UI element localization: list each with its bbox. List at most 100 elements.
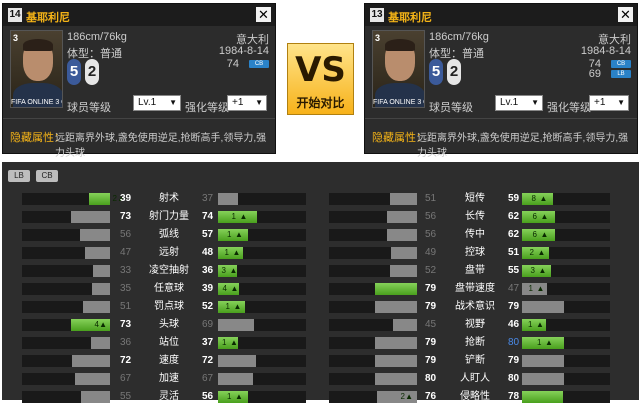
close-icon[interactable]: ✕ [618,7,633,22]
left-stat-value: 76 [425,391,437,402]
compare-label: 开始对比 [296,96,345,110]
left-stat-bar [329,373,417,385]
left-stat-value: 56 [425,229,437,240]
left-stat-fill [391,247,417,259]
right-stat-fill [522,265,551,277]
stat-row: 49 控球 51 2 ▲ [2,247,639,259]
up-arrow-icon: ▲ [540,212,549,221]
dropdown-arrow-icon: ▼ [255,98,263,107]
hidden-attributes: 隐藏属性： 远距离界外球,盏免使用逆足,抢断高手,领导力,强力头球 [3,118,275,159]
right-stat-bar: 2 ▲ [522,247,610,259]
right-stat-fill [522,391,563,403]
strength-select[interactable]: +1 ▼ [589,95,629,111]
strength-label: 强化等级 [547,102,591,114]
photo-number: 3 [375,33,381,43]
hidden-text: 远距离界外球,盏免使用逆足,抢断高手,领导力,强力头球 [55,133,267,159]
up-arrow-icon: ▲ [536,320,544,329]
right-stat-bar [522,391,610,403]
left-stat-bar [329,283,417,295]
photo-number: 3 [13,33,19,43]
right-stat-fill [522,211,555,223]
right-stat-bar: 1 ▲ [522,337,610,349]
stat-row: 79 盘带速度 47 1 ▲ [2,283,639,295]
right-stat-bar: 6 ▲ [522,211,610,223]
level-select[interactable]: Lv.1 ▼ [495,95,543,111]
left-stat-fill [375,283,417,295]
stat-label: 侵略性 [460,391,490,402]
right-stat-bar [522,373,610,385]
up-arrow-icon: ▲ [405,392,413,401]
player-name: 基耶利尼 [26,12,70,24]
stat-row: 79 铲断 79 [2,355,639,367]
stat-label: 盘带 [465,265,485,276]
foot-ratings: 5 2 [429,59,467,85]
right-stat-value: 59 [508,193,520,204]
right-stat-delta: 1 [528,320,533,329]
left-stat-bar: 2 ▲ [329,391,417,403]
stat-row: 51 短传 59 8 ▲ [2,193,639,205]
left-stat-fill [375,301,417,313]
right-stat-delta: 1 [528,284,533,293]
position-badge: CB [611,60,631,68]
close-icon[interactable]: ✕ [256,7,271,22]
left-stat-fill [375,337,417,349]
stat-row: 2 ▲ 76 侵略性 78 [2,391,639,403]
left-stat-value: 51 [425,193,437,204]
level-select[interactable]: Lv.1 ▼ [133,95,181,111]
right-stat-fill [522,355,564,367]
stat-row: 45 视野 46 1 ▲ [2,319,639,331]
stat-label: 人盯人 [460,373,490,384]
player-number-badge: 14 [8,8,22,22]
right-stat-delta: 1 [537,338,542,347]
up-arrow-icon: ▲ [539,194,548,203]
player-number-badge: 13 [370,8,384,22]
tab-lb[interactable]: LB [8,170,30,182]
player-card-left: 14 基耶利尼 ✕ 3 FIFA ONLINE 3 CHIELLINI 186c… [2,3,276,159]
right-stat-value: 62 [508,211,520,222]
foot-ratings: 5 2 [67,59,105,85]
left-stat-bar [329,337,417,349]
left-stat-value: 79 [425,301,437,312]
player-photo: 3 FIFA ONLINE 3 CHIELLINI [372,30,425,108]
player-name: 基耶利尼 [388,12,432,24]
left-stat-value: 80 [425,373,437,384]
photo-caption: FIFA ONLINE 3 CHIELLINI [11,99,62,106]
left-stat-bar [329,229,417,241]
player-card-right: 13 基耶利尼 ✕ 3 FIFA ONLINE 3 CHIELLINI 186c… [364,3,638,159]
right-stat-value: 79 [508,355,520,366]
right-stat-fill [522,301,564,313]
tab-cb[interactable]: CB [36,170,58,182]
up-arrow-icon: ▲ [540,230,549,239]
right-stat-bar: 6 ▲ [522,229,610,241]
right-stat-fill [522,337,564,349]
left-stat-bar [329,319,417,331]
position-badge: CB [249,60,269,68]
right-stat-delta: 2 [529,248,534,257]
weak-foot-icon: 5 [429,59,443,85]
position-rating-2: 69 [588,68,601,80]
left-stat-fill [390,265,417,277]
vs-label: VS [295,50,346,90]
stat-row: 79 战术意识 79 [2,301,639,313]
right-stat-delta: 8 [531,194,536,203]
birth-date: 1984-8-14 [580,45,631,57]
right-stat-value: 55 [508,265,520,276]
left-stat-bar [329,301,417,313]
right-stat-bar [522,355,610,367]
left-stat-value: 56 [425,211,437,222]
stat-label: 盘带速度 [455,283,495,294]
stat-row: 79 抢断 80 1 ▲ [2,337,639,349]
compare-button[interactable]: VS 开始对比 [287,43,354,115]
right-stat-delta: 3 [530,266,535,275]
birth-date: 1984-8-14 [218,45,269,57]
hidden-attributes: 隐藏属性： 远距离界外球,盏免使用逆足,抢断高手,领导力,强力头球 [365,118,637,159]
left-stat-fill [387,229,417,241]
right-stat-delta: 6 [532,230,537,239]
level-label: 球员等级 [429,102,473,114]
strength-select[interactable]: +1 ▼ [227,95,267,111]
left-stat-fill [375,355,417,367]
right-stat-fill [522,193,553,205]
stat-row: 56 长传 62 6 ▲ [2,211,639,223]
left-stat-value: 52 [425,265,437,276]
position-tabs: LB CB [8,169,64,182]
